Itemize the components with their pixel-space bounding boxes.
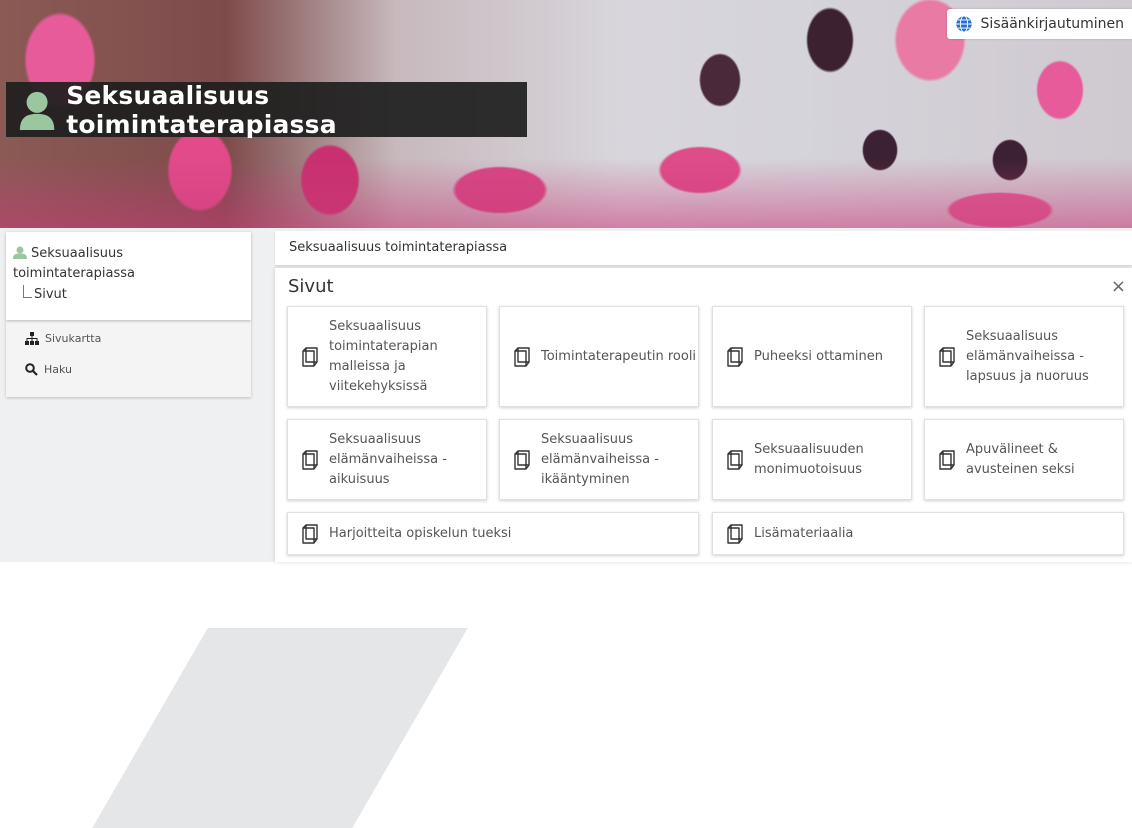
- sidebar-child-item[interactable]: Sivut: [23, 285, 67, 302]
- close-icon[interactable]: ×: [1111, 276, 1126, 297]
- page-card[interactable]: Seksuaalisuus toimintaterapian malleissa…: [287, 306, 487, 407]
- book-icon: [302, 346, 318, 367]
- sidebar-root-label: Seksuaalisuus toimintaterapiassa: [13, 246, 135, 281]
- book-icon: [727, 346, 743, 367]
- search-link[interactable]: Haku: [25, 363, 72, 376]
- book-icon: [302, 523, 318, 544]
- page-card[interactable]: Apuvälineet & avusteinen seksi: [924, 419, 1124, 500]
- sitemap-icon: [25, 332, 39, 345]
- search-icon: [25, 363, 38, 376]
- login-button[interactable]: Sisäänkirjautuminen: [946, 9, 1132, 39]
- panel-title: Sivut: [288, 276, 334, 297]
- page-card[interactable]: Seksuaalisuuden monimuotoisuus: [712, 419, 912, 500]
- site-title[interactable]: Seksuaalisuus toimintaterapiassa: [66, 81, 527, 139]
- sidebar-child-label: Sivut: [34, 287, 67, 302]
- globe-icon: [954, 15, 973, 33]
- site-title-box: Seksuaalisuus toimintaterapiassa: [6, 81, 527, 139]
- background-decoration: [92, 628, 468, 828]
- page-card-label: Puheeksi ottaminen: [754, 348, 883, 364]
- book-icon: [939, 449, 955, 470]
- pages-panel: Sivut × Seksuaalisuus toimintaterapian m…: [275, 268, 1132, 562]
- search-label: Haku: [44, 363, 73, 376]
- sitemap-label: Sivukartta: [45, 332, 102, 345]
- page-card[interactable]: Lisämateriaalia: [712, 512, 1124, 555]
- sidebar-tools: Sivukartta Haku: [6, 320, 251, 397]
- page-card[interactable]: Seksuaalisuus elämänvaiheissa - ikääntym…: [499, 419, 699, 500]
- book-icon: [727, 523, 743, 544]
- page-card-label: Seksuaalisuus elämänvaiheissa - lapsuus …: [966, 328, 1089, 384]
- login-label: Sisäänkirjautuminen: [980, 16, 1124, 32]
- tree-elbow-icon: [23, 285, 32, 298]
- user-icon: [13, 246, 27, 259]
- page-card-label: Seksuaalisuus toimintaterapian malleissa…: [329, 318, 438, 394]
- breadcrumb-label[interactable]: Seksuaalisuus toimintaterapiassa: [289, 240, 507, 255]
- page-card[interactable]: Puheeksi ottaminen: [712, 306, 912, 407]
- page-card-label: Seksuaalisuuden monimuotoisuus: [754, 441, 864, 477]
- page-card-label: Toimintaterapeutin rooli: [541, 348, 697, 364]
- book-icon: [727, 449, 743, 470]
- page-card[interactable]: Seksuaalisuus elämänvaiheissa - aikuisuu…: [287, 419, 487, 500]
- page-card-label: Harjoitteita opiskelun tueksi: [329, 525, 512, 541]
- user-avatar-icon: [19, 91, 55, 130]
- page-card-label: Seksuaalisuus elämänvaiheissa - aikuisuu…: [329, 431, 447, 487]
- book-icon: [514, 346, 530, 367]
- book-icon: [302, 449, 318, 470]
- sidebar-root-item[interactable]: Seksuaalisuus toimintaterapiassa: [13, 244, 243, 284]
- page-card-label: Apuvälineet & avusteinen seksi: [966, 441, 1075, 477]
- book-icon: [939, 346, 955, 367]
- page-card-label: Seksuaalisuus elämänvaiheissa - ikääntym…: [541, 431, 659, 487]
- breadcrumb: Seksuaalisuus toimintaterapiassa: [275, 231, 1132, 265]
- sitemap-link[interactable]: Sivukartta: [25, 332, 101, 345]
- sidebar-tree: Seksuaalisuus toimintaterapiassa Sivut: [6, 232, 251, 320]
- page-card[interactable]: Seksuaalisuus elämänvaiheissa - lapsuus …: [924, 306, 1124, 407]
- page-card[interactable]: Toimintaterapeutin rooli: [499, 306, 699, 407]
- page-card-label: Lisämateriaalia: [754, 525, 854, 541]
- page-card[interactable]: Harjoitteita opiskelun tueksi: [287, 512, 699, 555]
- book-icon: [514, 449, 530, 470]
